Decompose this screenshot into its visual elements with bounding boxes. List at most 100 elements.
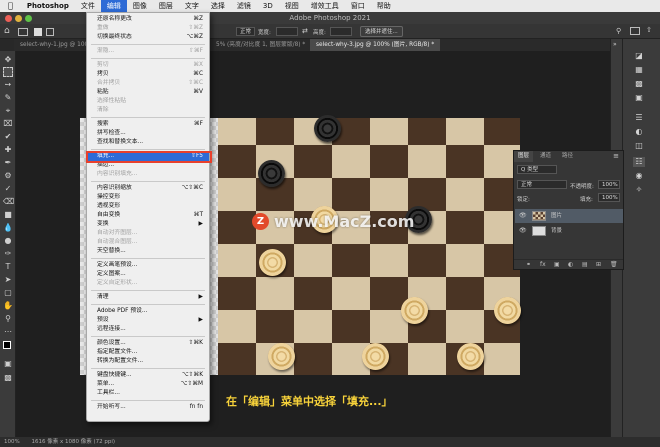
add-selection-icon[interactable] (46, 28, 54, 36)
menu-app-name[interactable]: Photoshop (21, 0, 75, 12)
workspace-icon[interactable] (630, 27, 640, 35)
menu-help[interactable]: 帮助 (371, 0, 397, 12)
edit-menu-item[interactable]: 变换 ▶ (87, 220, 209, 229)
libraries-panel-icon[interactable]: ◫ (633, 141, 645, 151)
height-field[interactable] (330, 27, 352, 36)
layer-name[interactable]: 图片 (551, 209, 562, 223)
edit-menu-item[interactable]: 搜索 ⌘F (87, 120, 209, 129)
patterns-panel-icon[interactable]: ▣ (633, 93, 645, 103)
menu-layer[interactable]: 图层 (153, 0, 179, 12)
tab-channels[interactable]: 通道 (536, 151, 555, 162)
pen-tool-icon[interactable]: ✑ (3, 249, 13, 259)
adjustments-panel-icon[interactable]: ◐ (633, 127, 645, 137)
edit-menu-item[interactable]: 透视变形 (87, 202, 209, 211)
eraser-tool-icon[interactable]: ⌫ (3, 197, 14, 207)
tab-paths[interactable]: 路径 (558, 151, 577, 162)
layer-style-icon[interactable]: fx (540, 261, 546, 268)
gradient-tool-icon[interactable]: ■ (3, 210, 13, 220)
lasso-tool-icon[interactable]: ➙ (3, 80, 13, 90)
menu-image[interactable]: 图像 (127, 0, 153, 12)
blend-mode-select[interactable]: 正常 (517, 180, 567, 189)
adjustment-layer-icon[interactable]: ◐ (568, 261, 573, 268)
menu-plugins[interactable]: 增效工具 (305, 0, 345, 12)
layers-panel-icon[interactable]: ☷ (633, 157, 645, 167)
frame-tool-icon[interactable]: ⌧ (3, 119, 13, 129)
search-icon[interactable]: ⚲ (616, 27, 621, 35)
zoom-tool-icon[interactable]: ⚲ (3, 314, 13, 324)
edit-menu-item[interactable]: 自由变换 ⌘T (87, 211, 209, 220)
edit-menu-item[interactable]: 工具栏... (87, 389, 209, 398)
edit-menu-item[interactable]: 键盘快捷键... ⌥⇧⌘K (87, 371, 209, 380)
rectangle-tool-icon[interactable]: ▢ (3, 288, 13, 298)
collapse-panels-icon[interactable]: » (613, 41, 617, 48)
edit-menu-item[interactable]: 转换为配置文件... (87, 357, 209, 366)
healing-brush-icon[interactable]: ✚ (3, 145, 13, 155)
paths-panel-icon[interactable]: ✧ (633, 185, 645, 195)
edit-menu-item[interactable]: 拼写检查... (87, 129, 209, 138)
dodge-tool-icon[interactable]: ● (3, 236, 13, 246)
edit-menu-item[interactable]: 清理 ▶ (87, 293, 209, 302)
path-select-icon[interactable]: ➤ (3, 275, 13, 285)
menu-filter[interactable]: 滤镜 (231, 0, 257, 12)
edit-menu-item[interactable]: 指定配置文件... (87, 348, 209, 357)
edit-menu-item[interactable]: 内容识别缩放 ⌥⇧⌘C (87, 184, 209, 193)
layer-kind-filter[interactable]: Q 类型 (517, 165, 557, 174)
edit-menu-item[interactable]: 天空替换... (87, 247, 209, 256)
fill-field[interactable]: 100% (598, 193, 620, 202)
new-group-icon[interactable]: ▤ (582, 261, 588, 268)
menu-select[interactable]: 选择 (205, 0, 231, 12)
menu-3d[interactable]: 3D (257, 0, 279, 12)
more-tools-icon[interactable]: ⋯ (3, 327, 13, 337)
clone-stamp-icon[interactable]: ⚙ (3, 171, 13, 181)
add-mask-icon[interactable]: ▣ (554, 261, 560, 268)
edit-menu-item[interactable]: 开始听写... fn fn (87, 403, 209, 412)
visibility-eye-icon[interactable]: 👁 (519, 209, 527, 223)
edit-menu-item[interactable]: 菜单... ⌥⇧⌘M (87, 380, 209, 389)
swatches-panel-icon[interactable]: ▦ (633, 65, 645, 75)
width-field[interactable] (276, 27, 298, 36)
tab-doc-2[interactable]: 5% (亮度/对比度 1, 图层蒙版/8) * (210, 39, 311, 51)
style-select[interactable]: 正常 (236, 27, 256, 36)
apple-icon[interactable]:  (0, 0, 21, 12)
share-icon[interactable]: ⇧ (646, 26, 652, 34)
link-layers-icon[interactable]: ⚭ (526, 261, 531, 268)
new-layer-icon[interactable]: ⊞ (596, 261, 601, 268)
menu-type[interactable]: 文字 (179, 0, 205, 12)
history-brush-icon[interactable]: ✓ (3, 184, 13, 194)
menu-edit[interactable]: 编辑 (100, 0, 127, 12)
opacity-field[interactable]: 100% (598, 180, 620, 189)
menu-file[interactable]: 文件 (75, 0, 101, 12)
color-panel-icon[interactable]: ◪ (633, 51, 645, 61)
edit-menu-item[interactable]: 颜色设置... ⇧⌘K (87, 339, 209, 348)
tab-doc-3[interactable]: select-why-3.jpg @ 100% (图片, RGB/8) * (310, 39, 441, 51)
layer-row-background[interactable]: 👁 背景 (515, 224, 623, 238)
document-info[interactable]: 1616 像素 x 1080 像素 (72 ppi) (31, 439, 115, 445)
edit-menu-item[interactable]: 操控变形 (87, 193, 209, 202)
screen-mode-icon[interactable]: ▩ (3, 373, 13, 383)
menu-view[interactable]: 视图 (279, 0, 305, 12)
channels-panel-icon[interactable]: ◉ (633, 171, 645, 181)
edit-menu-item[interactable]: 定义画笔预设... (87, 261, 209, 270)
eyedropper-icon[interactable]: ✔ (3, 132, 13, 142)
close-window-button[interactable] (5, 15, 12, 22)
brush-tool-icon[interactable]: ✒ (3, 158, 13, 168)
foreground-color-swatch[interactable] (3, 341, 11, 349)
menu-window[interactable]: 窗口 (345, 0, 371, 12)
select-and-mask-button[interactable]: 选择并遮住... (360, 26, 403, 37)
edit-menu-item[interactable]: 远程连接... (87, 325, 209, 334)
minimize-window-button[interactable] (15, 15, 22, 22)
edit-menu-item[interactable]: 预设 ▶ (87, 316, 209, 325)
zoom-level[interactable]: 100% (4, 439, 20, 445)
blur-tool-icon[interactable]: 💧 (3, 223, 13, 233)
panel-menu-icon[interactable]: ≡ (613, 152, 619, 160)
gradients-panel-icon[interactable]: ▩ (633, 79, 645, 89)
rectangular-marquee-icon[interactable] (3, 67, 13, 77)
tab-layers[interactable]: 图层 (514, 151, 534, 162)
marquee-tool-icon[interactable] (18, 28, 28, 36)
edit-menu-item[interactable]: Adobe PDF 预设... (87, 307, 209, 316)
edit-menu-item[interactable]: 定义图案... (87, 270, 209, 279)
quick-mask-icon[interactable]: ▣ (3, 359, 13, 369)
swap-icon[interactable]: ⇄ (302, 27, 308, 35)
hand-tool-icon[interactable]: ✋ (3, 301, 13, 311)
checkerboard-image[interactable] (218, 118, 520, 375)
